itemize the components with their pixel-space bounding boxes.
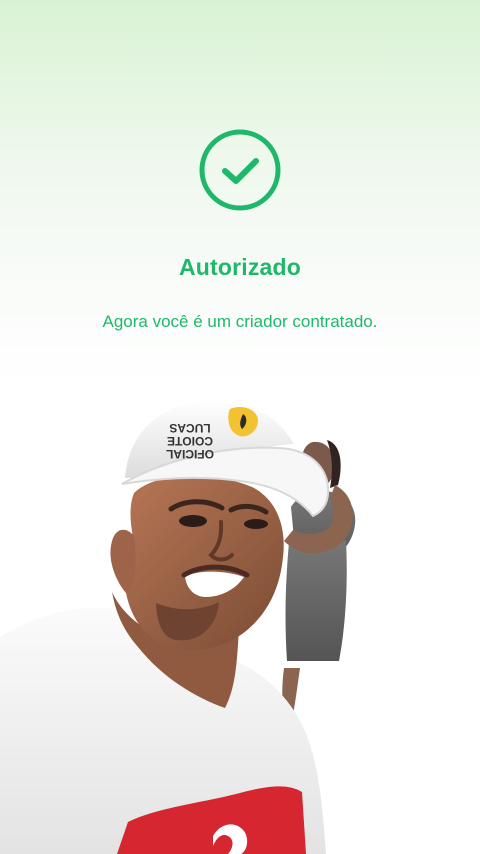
creator-photo: LUCAS COIOTE OFICIAL	[0, 400, 356, 854]
authorization-title: Autorizado	[178, 254, 302, 280]
cap-text-line-2: COIOTE	[167, 434, 213, 448]
check-circle-icon	[199, 129, 281, 211]
authorization-message: Agora você é um criador contratado.	[102, 312, 378, 331]
cap-text-line-3: OFICIAL	[166, 447, 214, 461]
authorization-status: Autorizado Agora você é um criador contr…	[0, 128, 480, 332]
authorization-screen: Autorizado Agora você é um criador contr…	[0, 0, 480, 854]
cap-text-line-1: LUCAS	[169, 421, 210, 435]
